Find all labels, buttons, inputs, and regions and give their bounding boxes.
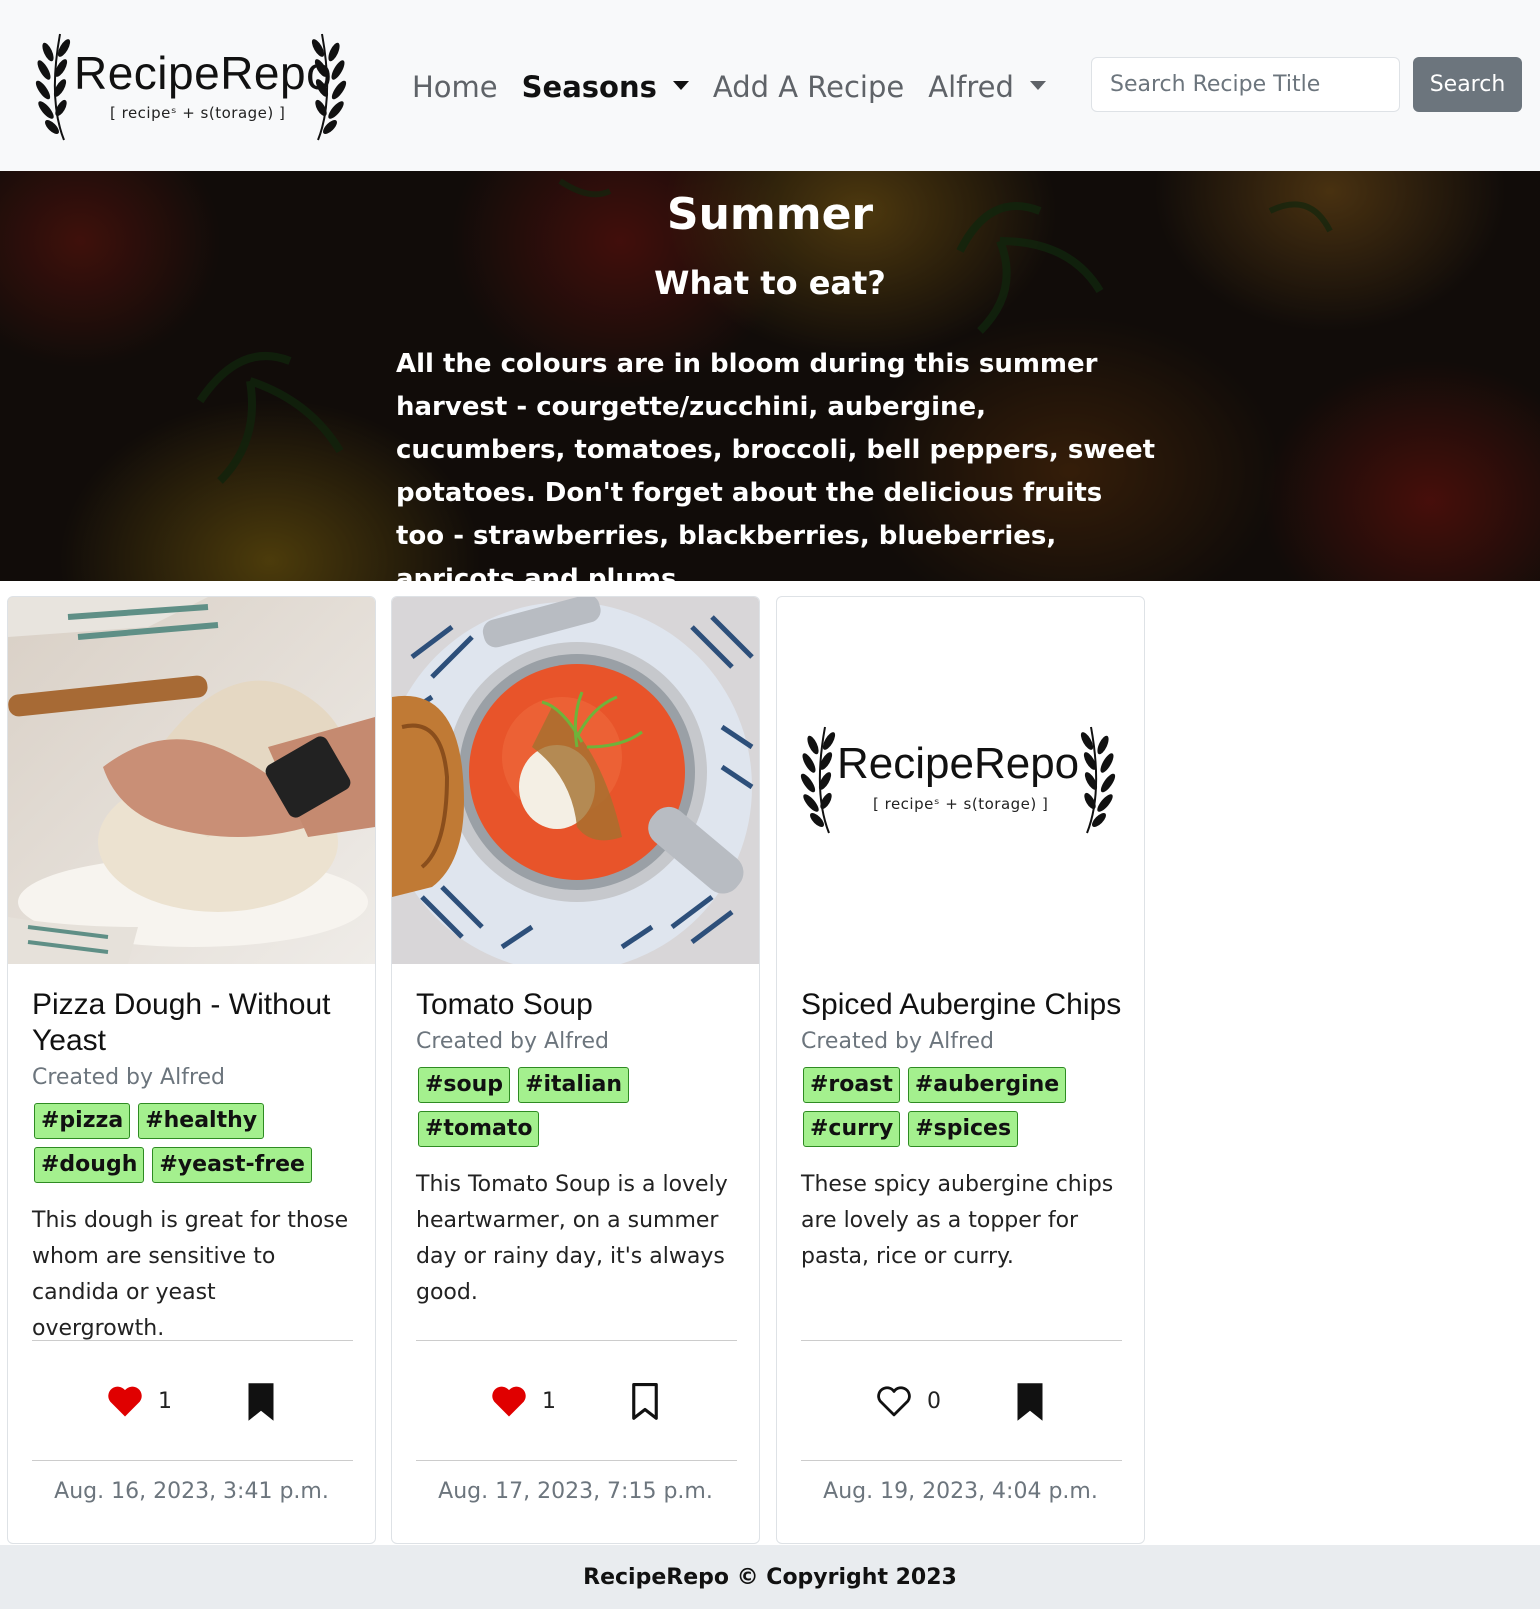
divider bbox=[416, 1460, 737, 1461]
tag[interactable]: #soup bbox=[418, 1067, 511, 1103]
heart-filled-icon bbox=[492, 1386, 526, 1417]
card-body: Spiced Aubergine Chips Created by Alfred… bbox=[801, 987, 1122, 1275]
like-button[interactable]: 1 bbox=[490, 1379, 570, 1423]
brand-logo[interactable]: RecipeRepo [ recipeˢ + s(torage) ] bbox=[30, 26, 360, 146]
tag[interactable]: #italian bbox=[518, 1067, 629, 1103]
card-actions: 1 bbox=[392, 1379, 759, 1423]
recipe-description: These spicy aubergine chips are lovely a… bbox=[801, 1172, 1114, 1269]
search-input[interactable] bbox=[1091, 57, 1400, 112]
recipe-description: This dough is great for those whom are s… bbox=[32, 1208, 349, 1341]
like-button[interactable]: 1 bbox=[106, 1379, 186, 1423]
nav-seasons-dropdown[interactable]: Seasons bbox=[522, 70, 689, 104]
divider bbox=[32, 1340, 353, 1341]
tag-list: #soup #italian #tomato bbox=[416, 1067, 737, 1155]
hero-description: All the colours are in bloom during this… bbox=[396, 349, 1156, 581]
nav-user-dropdown[interactable]: Alfred bbox=[928, 70, 1046, 104]
brand-tagline: [ recipeˢ + s(torage) ] bbox=[110, 104, 286, 122]
card-actions: 0 bbox=[777, 1379, 1144, 1423]
tag[interactable]: #aubergine bbox=[907, 1067, 1067, 1103]
tag-list: #roast #aubergine #curry #spices bbox=[801, 1067, 1122, 1155]
tag[interactable]: #tomato bbox=[418, 1111, 540, 1147]
nav-home-label: Home bbox=[412, 70, 498, 104]
bookmark-filled-icon[interactable] bbox=[1015, 1382, 1045, 1422]
divider bbox=[801, 1340, 1122, 1341]
recipe-date: Aug. 17, 2023, 7:15 p.m. bbox=[438, 1479, 713, 1504]
card-body: Pizza Dough - Without Yeast Created by A… bbox=[32, 987, 353, 1347]
tag-list: #pizza #healthy #dough #yeast-free bbox=[32, 1103, 353, 1191]
card-body: Tomato Soup Created by Alfred #soup #ita… bbox=[416, 987, 737, 1311]
hero-banner: Summer What to eat? All the colours are … bbox=[0, 171, 1540, 581]
recipe-author: Created by Alfred bbox=[801, 1029, 995, 1054]
pizza-dough-photo bbox=[8, 597, 375, 964]
nav-menu: Home Seasons Add A Recipe Alfred bbox=[412, 64, 1070, 110]
recipe-title[interactable]: Spiced Aubergine Chips bbox=[801, 987, 1122, 1023]
tag[interactable]: #roast bbox=[803, 1067, 900, 1103]
recipe-card[interactable]: Tomato Soup Created by Alfred #soup #ita… bbox=[391, 596, 760, 1544]
laurel-left-icon bbox=[800, 726, 836, 834]
recipe-title[interactable]: Tomato Soup bbox=[416, 987, 737, 1023]
recipe-author: Created by Alfred bbox=[32, 1065, 226, 1090]
footer-copyright: RecipeRepo © Copyright 2023 bbox=[583, 1564, 957, 1590]
logo-brand-name: RecipeRepo bbox=[837, 739, 1080, 788]
hero-subtitle: What to eat? bbox=[654, 264, 886, 302]
laurel-right-icon bbox=[311, 33, 347, 141]
caret-down-icon bbox=[1029, 80, 1046, 90]
brand-name: RecipeRepo bbox=[74, 47, 333, 99]
tag[interactable]: #curry bbox=[803, 1111, 901, 1147]
like-count: 1 bbox=[542, 1388, 556, 1414]
card-actions: 1 bbox=[8, 1379, 375, 1423]
navbar: RecipeRepo [ recipeˢ + s(torage) ] Home … bbox=[0, 0, 1540, 171]
like-button[interactable]: 0 bbox=[875, 1379, 955, 1423]
caret-down-icon bbox=[672, 80, 689, 90]
recipe-date: Aug. 19, 2023, 4:04 p.m. bbox=[823, 1479, 1098, 1504]
divider bbox=[416, 1340, 737, 1341]
bookmark-outline-icon[interactable] bbox=[630, 1382, 660, 1422]
divider bbox=[801, 1460, 1122, 1461]
bookmark-filled-icon[interactable] bbox=[246, 1382, 276, 1422]
search-button[interactable]: Search bbox=[1413, 57, 1522, 112]
tag[interactable]: #yeast-free bbox=[152, 1147, 312, 1183]
nav-user-label: Alfred bbox=[928, 70, 1014, 104]
recipe-card[interactable]: Pizza Dough - Without Yeast Created by A… bbox=[7, 596, 376, 1544]
heart-filled-icon bbox=[108, 1386, 142, 1417]
nav-add-recipe-label: Add A Recipe bbox=[712, 70, 905, 104]
recipe-title[interactable]: Pizza Dough - Without Yeast bbox=[32, 987, 353, 1059]
recipe-image[interactable]: RecipeRepo [ recipeˢ + s(torage) ] bbox=[777, 597, 1144, 964]
like-count: 0 bbox=[927, 1388, 941, 1414]
nav-seasons-label: Seasons bbox=[521, 70, 657, 104]
recipe-image[interactable] bbox=[392, 597, 759, 964]
divider bbox=[32, 1460, 353, 1461]
recipe-image[interactable] bbox=[8, 597, 375, 964]
logo-brand-tagline: [ recipeˢ + s(torage) ] bbox=[873, 795, 1049, 813]
heart-outline-icon bbox=[877, 1386, 911, 1417]
tag[interactable]: #pizza bbox=[34, 1103, 131, 1139]
recipe-description: This Tomato Soup is a lovely heartwarmer… bbox=[416, 1172, 728, 1305]
reciperepo-logo-placeholder: RecipeRepo [ recipeˢ + s(torage) ] bbox=[795, 719, 1125, 839]
footer: RecipeRepo © Copyright 2023 bbox=[0, 1545, 1540, 1609]
tag[interactable]: #healthy bbox=[138, 1103, 265, 1139]
tomato-soup-photo bbox=[392, 597, 759, 964]
nav-add-recipe[interactable]: Add A Recipe bbox=[713, 70, 904, 104]
recipe-card[interactable]: RecipeRepo [ recipeˢ + s(torage) ] Spice… bbox=[776, 596, 1145, 1544]
like-count: 1 bbox=[158, 1388, 172, 1414]
recipe-author: Created by Alfred bbox=[416, 1029, 610, 1054]
laurel-left-icon bbox=[35, 33, 71, 141]
laurel-right-icon bbox=[1080, 726, 1116, 834]
hero-title: Summer bbox=[666, 189, 874, 240]
tag[interactable]: #dough bbox=[34, 1147, 145, 1183]
recipe-date: Aug. 16, 2023, 3:41 p.m. bbox=[54, 1479, 329, 1504]
tag[interactable]: #spices bbox=[908, 1111, 1019, 1147]
nav-home[interactable]: Home bbox=[412, 70, 498, 104]
